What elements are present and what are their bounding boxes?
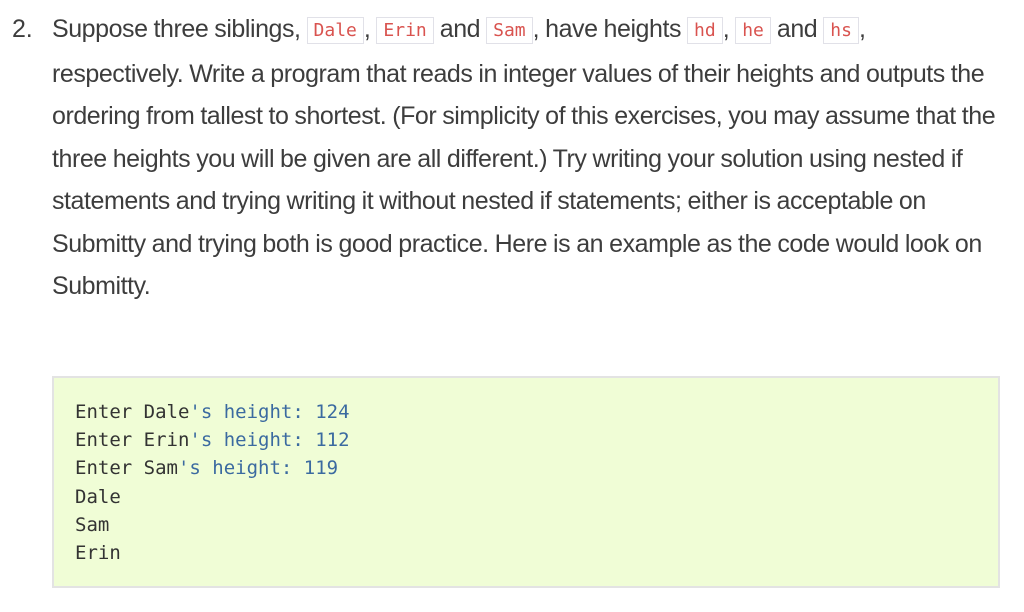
code-line: Dale — [75, 483, 998, 511]
code-token-plain: Enter Erin — [75, 429, 190, 452]
inline-code-hd: hd — [687, 17, 723, 44]
code-line: Enter Sam's height: 119 — [75, 454, 998, 482]
code-token-plain: Sam — [75, 513, 110, 536]
code-line: Enter Dale's height: 124 — [75, 398, 998, 426]
paragraph-text: , respectively. Write a program that rea… — [52, 15, 996, 300]
code-token-string: 's height: 119 — [177, 457, 339, 480]
paragraph-text: , — [722, 15, 736, 43]
code-token-string: 's height: 124 — [189, 401, 350, 423]
inline-code-erin: Erin — [376, 17, 434, 44]
inline-code-hs: hs — [823, 17, 859, 44]
code-line: Enter Erin's height: 112 — [75, 426, 998, 454]
code-line: Erin — [75, 539, 998, 567]
inline-code-sam: Sam — [486, 17, 533, 44]
paragraph-text: and — [433, 15, 487, 43]
paragraph-text: and — [770, 15, 824, 43]
inline-code-dale: Dale — [306, 17, 364, 44]
exercise-text: Suppose three siblings, Dale, Erin and S… — [52, 8, 997, 308]
code-token-plain: Erin — [75, 541, 121, 564]
code-token-string: 's height: 112 — [189, 429, 350, 452]
paragraph-text: Suppose three siblings, — [52, 15, 307, 43]
code-token-plain: Enter Dale — [75, 401, 190, 423]
item-number: 2. — [12, 15, 33, 43]
paragraph-text: , have heights — [532, 15, 688, 43]
code-token-plain: Dale — [75, 485, 121, 508]
paragraph-text: , — [363, 15, 377, 43]
code-token-plain: Enter Sam — [75, 457, 178, 480]
example-output-code-block: Enter Dale's height: 124 Enter Erin's hei… — [52, 376, 1000, 588]
code-line: Sam — [75, 511, 998, 539]
inline-code-he: he — [735, 17, 771, 44]
